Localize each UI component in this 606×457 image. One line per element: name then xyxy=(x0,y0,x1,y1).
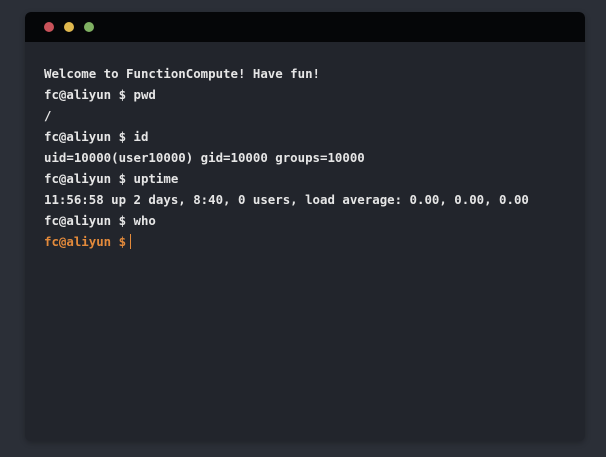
terminal-line: Welcome to FunctionCompute! Have fun! xyxy=(44,66,321,81)
terminal-line: fc@aliyun $ pwd xyxy=(44,87,156,102)
terminal-line: uid=10000(user10000) gid=10000 groups=10… xyxy=(44,150,365,165)
active-prompt-line[interactable]: fc@aliyun $ xyxy=(44,231,571,252)
terminal-window: Welcome to FunctionCompute! Have fun! fc… xyxy=(25,12,585,441)
text-cursor xyxy=(130,234,132,249)
terminal-line: 11:56:58 up 2 days, 8:40, 0 users, load … xyxy=(44,192,529,207)
minimize-window-button[interactable] xyxy=(64,22,74,32)
maximize-window-button[interactable] xyxy=(84,22,94,32)
terminal-output[interactable]: Welcome to FunctionCompute! Have fun! fc… xyxy=(44,63,571,427)
close-window-button[interactable] xyxy=(44,22,54,32)
window-titlebar xyxy=(25,12,585,42)
terminal-line: fc@aliyun $ uptime xyxy=(44,171,179,186)
terminal-line: fc@aliyun $ id xyxy=(44,129,149,144)
terminal-line: / xyxy=(44,108,52,123)
prompt-text: fc@aliyun $ xyxy=(44,234,127,249)
terminal-line: fc@aliyun $ who xyxy=(44,213,156,228)
